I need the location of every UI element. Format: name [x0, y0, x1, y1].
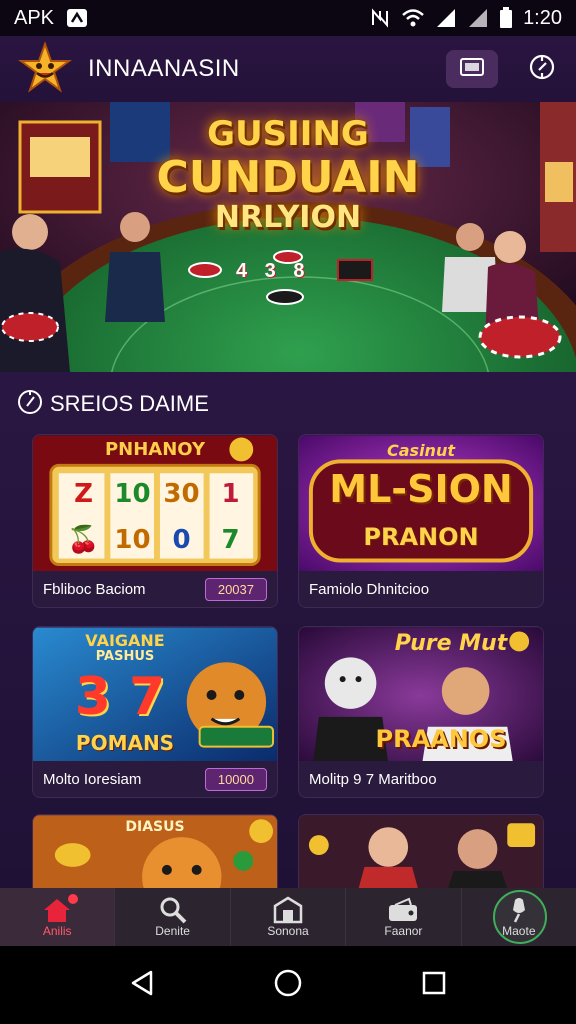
game-card-art-subtitle: PRAANOS [375, 725, 507, 753]
game-card-title: Famiolo Dhnitcioo [309, 580, 430, 598]
status-bar: APK 1:20 [0, 0, 576, 36]
nfc-icon [369, 7, 391, 29]
game-card-title: Molto Ioresiam [43, 770, 142, 788]
compass-button[interactable] [526, 53, 558, 85]
nav-item-home[interactable]: Anilis [0, 888, 116, 946]
section-header: SREIOS DAIME [16, 388, 209, 420]
app-title: INNAANASIN [88, 55, 240, 82]
hero-banner[interactable]: GUSIING CUNDUAIN NRLYION 4 3 8 [0, 102, 576, 372]
building-icon [273, 896, 303, 924]
game-card-footer: Fbliboc Baciom 20037 [33, 571, 277, 607]
recents-icon[interactable] [421, 970, 447, 1001]
status-time: 1:20 [523, 6, 562, 29]
bottom-nav: Anilis Denite Sonona Faanor Maote [0, 888, 576, 946]
compass-icon [16, 388, 44, 421]
game-card-title: Molitp 9 7 Maritboo [309, 770, 437, 788]
game-card-title: Fbliboc Baciom [43, 580, 146, 598]
reel-symbols: Z 10 30 1 🍒 10 0 7 [59, 479, 255, 555]
nav-item-mic[interactable]: Maote [462, 888, 576, 946]
banner-title-line3: NRLYION [214, 200, 362, 235]
game-card[interactable]: DIASUS [32, 814, 278, 888]
game-card-heading: DIASUS [125, 819, 185, 835]
reel-symbol: 0 [172, 525, 191, 555]
notification-dot [68, 894, 78, 904]
battery-icon [499, 7, 513, 29]
status-left-text: APK [14, 6, 55, 29]
reel-symbol: 10 [114, 525, 151, 555]
wallet-icon [387, 896, 419, 924]
nav-item-search[interactable]: Denite [115, 888, 231, 946]
reel-symbol: 🍒 [67, 525, 100, 555]
nav-label: Anilis [42, 924, 72, 938]
microphone-icon [507, 896, 531, 924]
back-icon[interactable] [129, 969, 155, 1002]
nav-label: Denite [155, 924, 190, 938]
game-card-badge[interactable]: 10000 [204, 767, 267, 791]
nav-item-wallet[interactable]: Faanor [346, 888, 462, 946]
cell-signal-icon [467, 7, 489, 29]
game-card-art-sub: PASHUS [95, 649, 155, 664]
game-card-badge[interactable]: 20037 [204, 577, 267, 601]
game-card[interactable]: Casinut ML-SION PRANON Famiolo Dhnitcioo [298, 434, 544, 608]
game-card-heading: Pure Mut [394, 631, 508, 656]
reel-symbol: 30 [163, 479, 200, 509]
game-card-art-title: ML-SION [329, 467, 513, 511]
reel-symbol: 10 [114, 479, 151, 509]
nav-label: Maote [502, 924, 536, 938]
performers-game-art [299, 815, 543, 888]
game-card-footer: Molitp 9 7 Maritboo [299, 761, 543, 797]
game-card-art-subtitle: PRANON [363, 523, 479, 551]
game-card-heading: PNHANOY [104, 439, 205, 460]
game-card[interactable] [298, 814, 544, 888]
nav-label: Faanor [384, 924, 423, 938]
nav-item-building[interactable]: Sonona [231, 888, 347, 946]
banner-title-line1: GUSIING [207, 114, 369, 154]
game-card-art-subtitle: POMANS [75, 731, 175, 755]
game-card-art-title: 3 7 [74, 667, 166, 727]
search-icon [159, 896, 187, 924]
compass-icon [528, 53, 556, 86]
star-mascot-logo[interactable] [17, 40, 73, 96]
game-card-heading: Casinut [387, 441, 455, 460]
system-nav-bar [0, 946, 576, 1024]
banner-chip-numbers: 4 3 8 [236, 260, 311, 282]
wallet-icon [459, 57, 485, 82]
banner-title-line2: CUNDUAIN [156, 152, 420, 203]
game-card-footer: Molto Ioresiam 10000 [33, 761, 277, 797]
game-card-footer: Famiolo Dhnitcioo [299, 571, 543, 607]
section-title: SREIOS DAIME [50, 391, 209, 416]
home-circle-icon[interactable] [273, 968, 303, 1003]
reel-symbol: 1 [221, 479, 240, 509]
reel-symbol: Z [74, 479, 93, 509]
game-card[interactable]: VAIGANE PASHUS 3 7 POMANS Molto Ioresiam… [32, 626, 278, 798]
app-header: INNAANASIN [0, 36, 576, 102]
game-card[interactable]: Pure Mut PRAANOS Molitp 9 7 Maritboo [298, 626, 544, 798]
apk-notification-icon [66, 8, 88, 28]
game-card[interactable]: PNHANOY Z 10 30 1 🍒 10 0 7 Fbliboc Bacio… [32, 434, 278, 608]
game-card-heading: VAIGANE [85, 631, 165, 650]
wallet-button[interactable] [446, 50, 498, 88]
reel-symbol: 7 [221, 525, 240, 555]
wifi-icon [401, 8, 425, 28]
nav-label: Sonona [267, 924, 309, 938]
cell-signal-icon [435, 7, 457, 29]
